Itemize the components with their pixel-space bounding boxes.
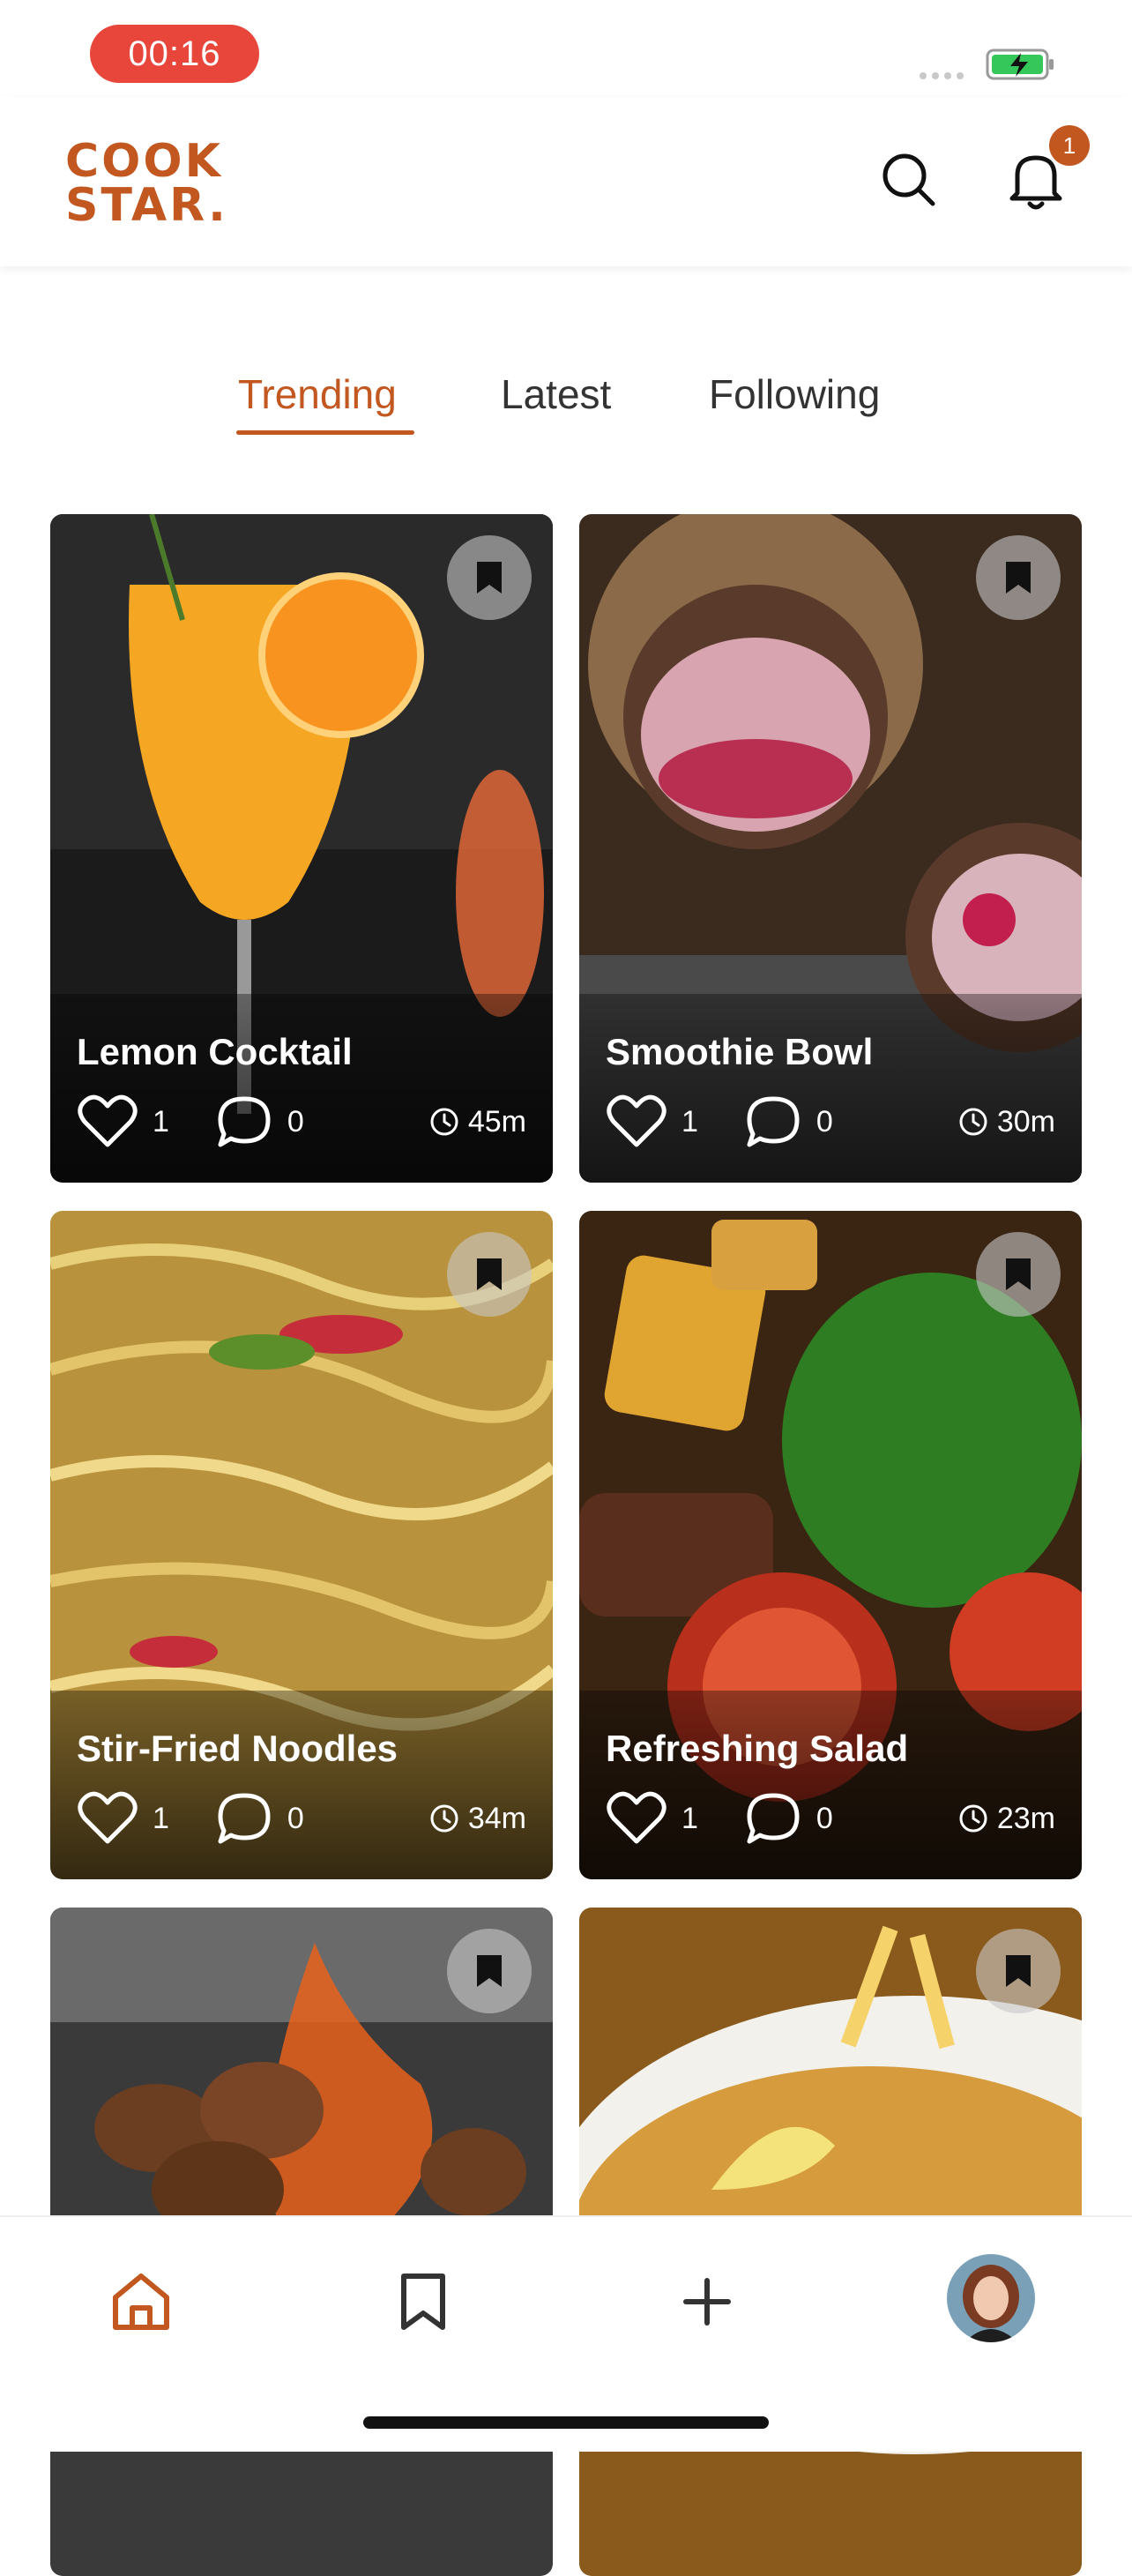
plus-icon: [683, 2278, 731, 2326]
like-count: 1: [681, 1104, 698, 1139]
comment-button[interactable]: 0: [744, 1790, 833, 1847]
recipe-title: Stir-Fried Noodles: [77, 1728, 398, 1769]
like-count: 1: [681, 1801, 698, 1835]
comment-button[interactable]: 0: [215, 1094, 304, 1150]
clock-icon: [430, 1804, 458, 1833]
nav-home[interactable]: [97, 2258, 185, 2346]
bookmark-icon: [477, 562, 502, 594]
bookmark-button[interactable]: [447, 535, 532, 620]
comment-button[interactable]: 0: [215, 1790, 304, 1847]
comment-icon: [747, 1793, 800, 1844]
recipe-title: Refreshing Salad: [606, 1728, 909, 1769]
cook-time-label: 45m: [467, 1104, 526, 1139]
bookmark-icon: [401, 2274, 445, 2330]
bookmark-button[interactable]: [976, 1929, 1061, 2013]
cook-time: 34m: [429, 1802, 526, 1836]
comment-button[interactable]: 0: [744, 1094, 833, 1150]
recipe-title: Lemon Cocktail: [77, 1031, 353, 1072]
heart-icon: [607, 1791, 667, 1844]
bookmark-icon: [1006, 1955, 1031, 1987]
recipe-meta: 1 0 30m: [606, 1091, 1055, 1153]
avatar-image: [947, 2254, 1035, 2342]
home-indicator: [363, 2416, 769, 2429]
like-button[interactable]: 1: [77, 1094, 169, 1150]
cook-time: 30m: [958, 1105, 1055, 1139]
recipe-card[interactable]: Smoothie Bowl 1 0 30m: [579, 514, 1082, 1183]
profile-avatar[interactable]: [947, 2254, 1035, 2342]
clock-icon: [430, 1108, 458, 1136]
clock-icon: [959, 1108, 987, 1136]
recipe-meta: 1 0 23m: [606, 1788, 1055, 1849]
recipe-card[interactable]: Refreshing Salad 1 0 23m: [579, 1211, 1082, 1879]
heart-icon: [78, 1094, 138, 1147]
bookmark-icon: [1006, 562, 1031, 594]
bookmark-icon: [477, 1955, 502, 1987]
comment-icon: [218, 1096, 271, 1147]
cook-time-label: 30m: [996, 1104, 1055, 1139]
like-count: 1: [153, 1104, 169, 1139]
heart-icon: [78, 1791, 138, 1844]
recipe-card[interactable]: Lemon Cocktail 1 0 45m: [50, 514, 553, 1183]
recipe-card[interactable]: Stir-Fried Noodles 1 0 34m: [50, 1211, 553, 1879]
comment-count: 0: [287, 1801, 304, 1835]
cook-time-label: 23m: [996, 1801, 1055, 1835]
bookmark-icon: [477, 1258, 502, 1290]
comment-icon: [218, 1793, 271, 1844]
recipe-meta: 1 0 45m: [77, 1091, 526, 1153]
like-button[interactable]: 1: [77, 1790, 169, 1847]
like-button[interactable]: 1: [606, 1790, 698, 1847]
recipe-grid: Lemon Cocktail 1 0 45m Smoothie Bowl 1 0…: [0, 0, 1132, 2576]
like-button[interactable]: 1: [606, 1094, 698, 1150]
nav-saved[interactable]: [379, 2258, 467, 2346]
bookmark-icon: [1006, 1258, 1031, 1290]
bookmark-button[interactable]: [976, 535, 1061, 620]
bookmark-button[interactable]: [447, 1929, 532, 2013]
nav-create[interactable]: [663, 2258, 751, 2346]
cook-time: 23m: [958, 1802, 1055, 1836]
cook-time: 45m: [429, 1105, 526, 1139]
comment-count: 0: [815, 1104, 833, 1139]
bookmark-button[interactable]: [447, 1232, 532, 1317]
clock-icon: [959, 1804, 987, 1833]
like-count: 1: [153, 1801, 169, 1835]
comment-count: 0: [815, 1801, 833, 1835]
recipe-meta: 1 0 34m: [77, 1788, 526, 1849]
heart-icon: [607, 1094, 667, 1147]
cook-time-label: 34m: [467, 1801, 526, 1835]
bookmark-button[interactable]: [976, 1232, 1061, 1317]
home-icon: [113, 2274, 169, 2330]
recipe-title: Smoothie Bowl: [606, 1031, 874, 1072]
comment-icon: [747, 1096, 800, 1147]
comment-count: 0: [287, 1104, 304, 1139]
